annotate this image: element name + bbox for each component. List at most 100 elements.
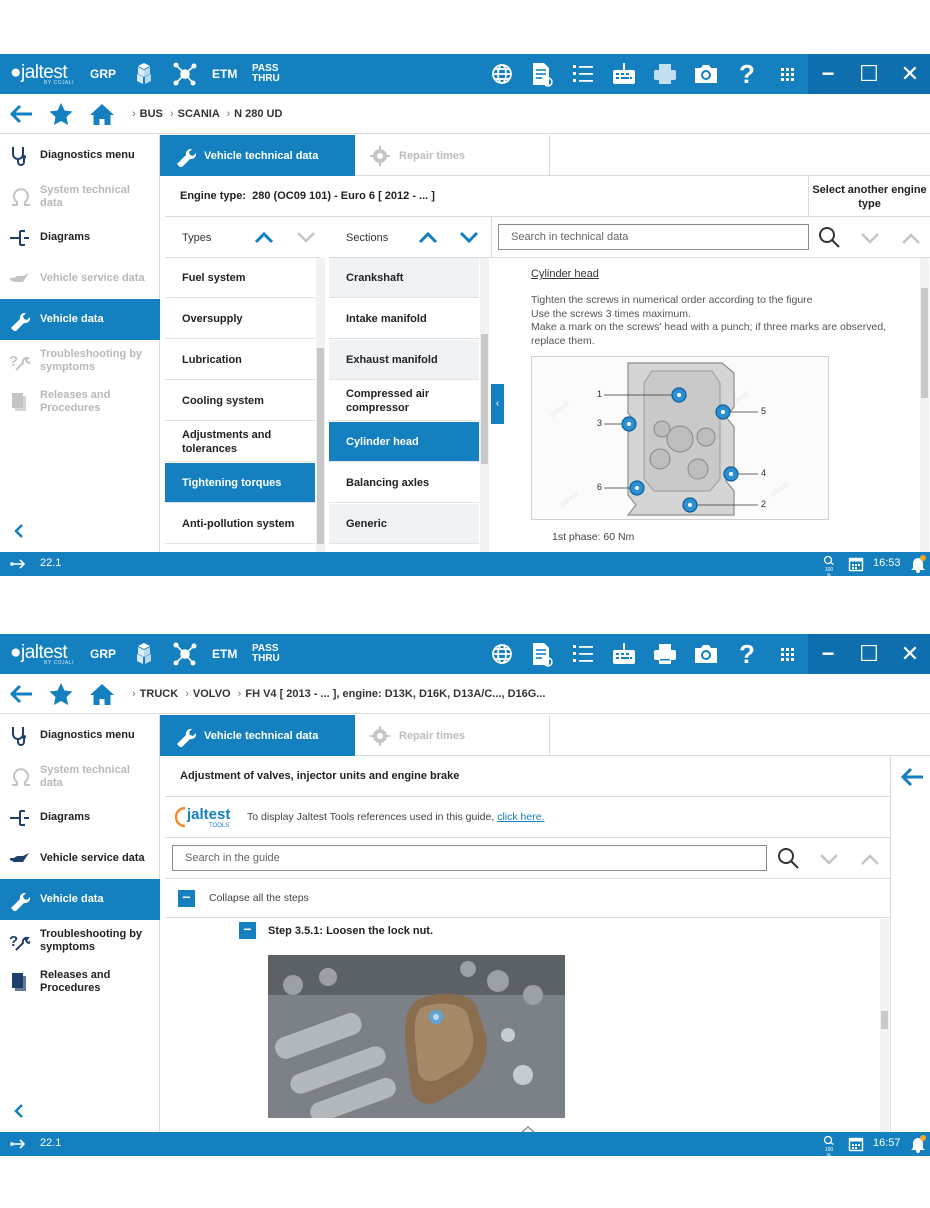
back-arrow-icon[interactable] <box>8 682 34 706</box>
molecule-icon[interactable] <box>171 60 199 88</box>
sidebar-item-system-technical-data[interactable]: System technical data <box>0 176 160 217</box>
sidebar-item-diagrams[interactable]: Diagrams <box>0 797 160 838</box>
chevron-down-icon[interactable] <box>295 228 317 246</box>
help-icon[interactable]: ? <box>733 640 761 668</box>
zoom-control[interactable]: 100 % <box>822 555 836 579</box>
list-item[interactable]: Fuel system <box>165 258 315 298</box>
chevron-up-icon[interactable] <box>520 1121 536 1133</box>
list-item[interactable]: Intake manifold <box>329 299 479 339</box>
sidebar-item-diagnostics-menu[interactable]: Diagnostics menu <box>0 135 160 176</box>
list-item[interactable]: Cylinder head <box>329 422 479 462</box>
breadcrumb-item[interactable]: N 280 UD <box>234 108 282 120</box>
apps-grid-icon[interactable] <box>770 634 806 674</box>
chevron-down-icon[interactable] <box>458 228 480 246</box>
sidebar-item-vehicle-service-data[interactable]: Vehicle service data <box>0 838 160 879</box>
tab-vehicle-technical-data[interactable]: Vehicle technical data <box>160 715 355 756</box>
sidebar-item-diagnostics-menu[interactable]: Diagnostics menu <box>0 715 160 756</box>
printer-icon[interactable] <box>651 60 679 88</box>
pass-thru-button[interactable]: PASS THRU <box>252 64 280 84</box>
zoom-control[interactable]: 100 % <box>822 1135 836 1159</box>
molecule-icon[interactable] <box>171 640 199 668</box>
collapse-all-button[interactable]: − <box>178 890 195 907</box>
sidebar-item-troubleshooting[interactable]: ? Troubleshooting by symptoms <box>0 340 160 381</box>
list-item[interactable]: Anti-pollution system <box>165 504 315 544</box>
notification-bell-icon[interactable] <box>910 1135 926 1153</box>
scrollbar-thumb[interactable] <box>481 334 488 464</box>
close-button[interactable]: ✕ <box>890 634 930 674</box>
list-item[interactable]: Oversupply <box>165 299 315 339</box>
list-item[interactable]: Tightening torques <box>165 463 315 503</box>
chevron-down-icon[interactable] <box>818 850 840 868</box>
maximize-button[interactable]: ☐ <box>849 54 889 94</box>
sidebar-item-vehicle-data[interactable]: Vehicle data <box>0 299 160 340</box>
back-arrow-icon[interactable] <box>8 102 34 126</box>
expand-panel-tab[interactable]: ‹ <box>491 384 504 424</box>
document-title[interactable]: Cylinder head <box>531 268 599 280</box>
home-icon[interactable] <box>89 682 115 706</box>
breadcrumb-item[interactable]: BUS <box>140 108 163 120</box>
sections-scrollbar[interactable] <box>480 258 489 552</box>
calendar-icon[interactable] <box>848 1136 864 1152</box>
chevron-up-icon[interactable] <box>900 229 922 247</box>
favorite-star-icon[interactable] <box>48 102 74 126</box>
list-item[interactable]: Cooling system <box>165 381 315 421</box>
help-icon[interactable]: ? <box>733 60 761 88</box>
vehicle-group-icon[interactable] <box>130 60 158 88</box>
breadcrumb-item[interactable]: FH V4 [ 2013 - ... ], engine: D13K, D16K… <box>245 688 545 700</box>
document-scrollbar[interactable] <box>920 258 929 552</box>
guide-scrollbar[interactable] <box>880 919 889 1132</box>
list-item[interactable]: Lubrication <box>165 340 315 380</box>
camera-icon[interactable] <box>692 60 720 88</box>
maximize-button[interactable]: ☐ <box>849 634 889 674</box>
tab-repair-times[interactable]: Repair times <box>355 715 550 756</box>
pass-thru-button[interactable]: PASS THRU <box>252 644 280 664</box>
back-arrow-icon[interactable] <box>899 766 925 788</box>
sidebar-item-system-technical-data[interactable]: System technical data <box>0 756 160 797</box>
breadcrumb-item[interactable]: TRUCK <box>140 688 179 700</box>
tab-repair-times[interactable]: Repair times <box>355 135 550 176</box>
globe-icon[interactable] <box>488 640 516 668</box>
scrollbar-thumb[interactable] <box>921 288 928 398</box>
apps-grid-icon[interactable] <box>770 54 806 94</box>
chevron-down-icon[interactable] <box>859 229 881 247</box>
minimize-button[interactable]: − <box>808 54 848 94</box>
chevron-up-icon[interactable] <box>253 228 275 246</box>
document-icon[interactable] <box>527 60 555 88</box>
favorite-star-icon[interactable] <box>48 682 74 706</box>
search-input[interactable]: Search in the guide <box>172 845 767 871</box>
document-icon[interactable] <box>527 640 555 668</box>
calendar-icon[interactable] <box>848 556 864 572</box>
collapse-sidebar-icon[interactable] <box>10 1102 28 1120</box>
camera-icon[interactable] <box>692 640 720 668</box>
notification-bell-icon[interactable] <box>910 555 926 573</box>
list-item[interactable]: Crankshaft <box>329 258 479 298</box>
list-item[interactable]: Generic <box>329 504 479 544</box>
search-icon[interactable] <box>817 225 841 249</box>
home-icon[interactable] <box>89 102 115 126</box>
sidebar-item-releases-procedures[interactable]: Releases and Procedures <box>0 961 160 1002</box>
scrollbar-thumb[interactable] <box>317 348 324 544</box>
minimize-button[interactable]: − <box>808 634 848 674</box>
scrollbar-thumb[interactable] <box>881 1011 888 1029</box>
list-icon[interactable] <box>569 640 597 668</box>
collapse-step-button[interactable]: − <box>239 922 256 939</box>
collapse-sidebar-icon[interactable] <box>10 522 28 540</box>
grp-button[interactable]: GRP <box>90 647 116 661</box>
chevron-up-icon[interactable] <box>417 228 439 246</box>
list-icon[interactable] <box>569 60 597 88</box>
etm-button[interactable]: ETM <box>212 67 237 81</box>
globe-icon[interactable] <box>488 60 516 88</box>
chevron-up-icon[interactable] <box>859 850 881 868</box>
list-item[interactable]: Balancing axles <box>329 463 479 503</box>
sidebar-item-releases-procedures[interactable]: Releases and Procedures <box>0 381 160 422</box>
vehicle-group-icon[interactable] <box>130 640 158 668</box>
sidebar-item-troubleshooting[interactable]: ? Troubleshooting by symptoms <box>0 920 160 961</box>
breadcrumb-item[interactable]: VOLVO <box>193 688 231 700</box>
list-item[interactable]: Exhaust manifold <box>329 340 479 380</box>
sidebar-item-vehicle-service-data[interactable]: Vehicle service data <box>0 258 160 299</box>
search-input[interactable]: Search in technical data <box>498 224 809 250</box>
types-scrollbar[interactable] <box>316 258 325 552</box>
printer-icon[interactable] <box>651 640 679 668</box>
keyboard-icon[interactable] <box>610 60 638 88</box>
list-item[interactable]: Compressed air compressor <box>329 381 479 421</box>
